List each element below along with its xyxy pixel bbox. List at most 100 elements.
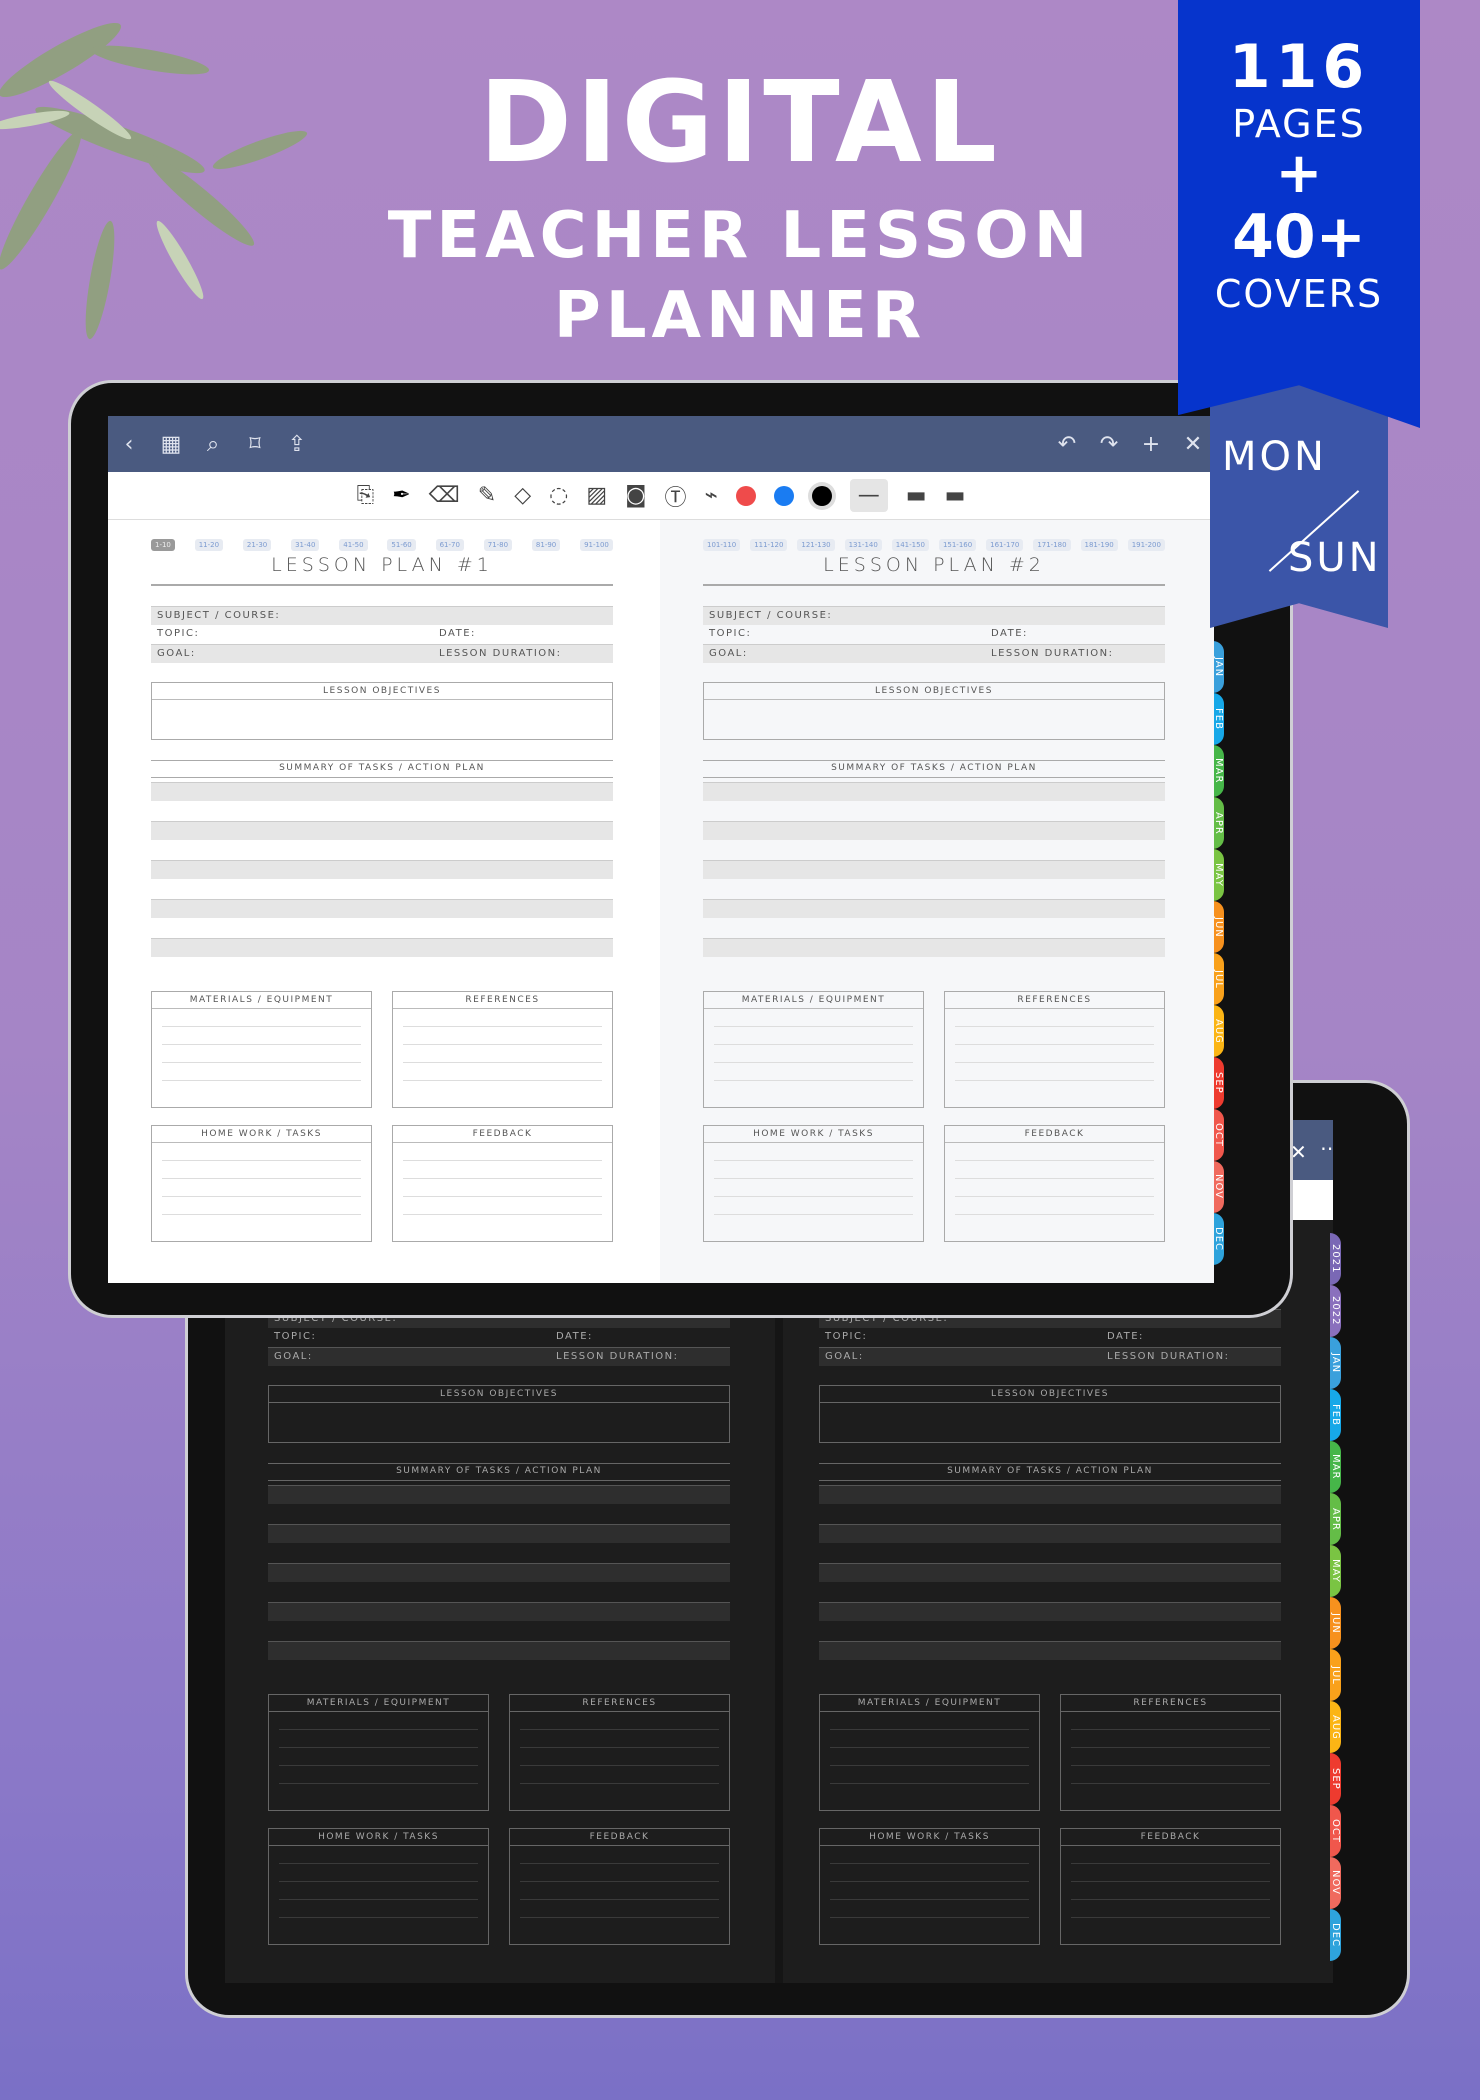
page-range-tab[interactable]: 141-150 — [891, 539, 929, 551]
summary-line[interactable] — [151, 841, 613, 860]
summary-line[interactable] — [819, 1661, 1281, 1680]
page-range-tab[interactable]: 101-110 — [703, 539, 741, 551]
summary-line[interactable] — [151, 899, 613, 918]
summary-line[interactable] — [151, 880, 613, 899]
tab-jul[interactable]: JUL — [1213, 953, 1224, 1005]
tab-dec[interactable]: DEC — [1330, 1909, 1341, 1961]
materials-box[interactable]: MATERIALS / EQUIPMENT — [151, 991, 372, 1108]
highlighter-icon[interactable]: ✎ — [478, 483, 496, 508]
page-range-tab[interactable]: 91-100 — [580, 539, 613, 551]
page-range-tab[interactable]: 21-30 — [242, 539, 272, 551]
summary-line[interactable] — [268, 1563, 730, 1582]
page-range-tab[interactable]: 181-190 — [1080, 539, 1118, 551]
summary-line[interactable] — [151, 821, 613, 840]
text-icon[interactable]: Ⓣ — [665, 480, 687, 512]
tab-mar[interactable]: MAR — [1330, 1441, 1341, 1493]
summary-line[interactable] — [703, 880, 1165, 899]
field-goal[interactable]: GOAL: LESSON DURATION: — [268, 1347, 730, 1366]
field-goal[interactable]: GOAL: LESSON DURATION: — [703, 644, 1165, 663]
materials-box[interactable]: MATERIALS / EQUIPMENT — [703, 991, 924, 1108]
tab-mar[interactable]: MAR — [1213, 745, 1224, 797]
page-range-tab[interactable]: 161-170 — [986, 539, 1024, 551]
summary-line[interactable] — [151, 782, 613, 801]
homework-box[interactable]: HOME WORK / TASKS — [151, 1125, 372, 1242]
tab-nov[interactable]: NOV — [1330, 1857, 1341, 1909]
summary-line[interactable] — [819, 1524, 1281, 1543]
tab-aug[interactable]: AUG — [1330, 1701, 1341, 1753]
tab-jun[interactable]: JUN — [1213, 901, 1224, 953]
summary-line[interactable] — [703, 919, 1165, 938]
stroke-thin[interactable]: — — [849, 479, 888, 512]
page-range-tab[interactable]: 51-60 — [387, 539, 416, 551]
summary-line[interactable] — [703, 899, 1165, 918]
feedback-box[interactable]: FEEDBACK — [944, 1125, 1165, 1242]
tab-jul[interactable]: JUL — [1330, 1649, 1341, 1701]
stroke-thick[interactable]: ▬ — [945, 483, 966, 508]
tab-may[interactable]: MAY — [1213, 849, 1224, 901]
summary-line[interactable] — [151, 958, 613, 977]
field-topic[interactable]: TOPIC: DATE: — [151, 625, 613, 644]
homework-box[interactable]: HOME WORK / TASKS — [703, 1125, 924, 1242]
tab-oct[interactable]: OCT — [1213, 1109, 1224, 1161]
summary-line[interactable] — [151, 802, 613, 821]
references-box[interactable]: REFERENCES — [1060, 1694, 1281, 1811]
bookmark-icon[interactable]: ⌑ — [234, 432, 276, 457]
field-topic[interactable]: TOPIC: DATE: — [268, 1328, 730, 1347]
summary-line[interactable] — [703, 958, 1165, 977]
tab-nov[interactable]: NOV — [1213, 1161, 1224, 1213]
field-topic[interactable]: TOPIC: DATE: — [819, 1328, 1281, 1347]
plus-icon[interactable]: + — [1130, 432, 1172, 457]
materials-box[interactable]: MATERIALS / EQUIPMENT — [819, 1694, 1040, 1811]
summary-line[interactable] — [819, 1622, 1281, 1641]
close-icon[interactable]: ✕ — [1172, 432, 1214, 457]
summary-line[interactable] — [151, 919, 613, 938]
laser-icon[interactable]: ⌁ — [705, 483, 718, 508]
references-box[interactable]: REFERENCES — [509, 1694, 730, 1811]
page-range-tab[interactable]: 151-160 — [938, 539, 977, 551]
tab-dec[interactable]: DEC — [1213, 1213, 1224, 1265]
tab-apr[interactable]: APR — [1330, 1493, 1341, 1545]
summary-line[interactable] — [819, 1563, 1281, 1582]
summary-line[interactable] — [703, 860, 1165, 879]
tab-may[interactable]: MAY — [1330, 1545, 1341, 1597]
color-red[interactable] — [735, 485, 756, 506]
search-icon[interactable]: ⌕ — [192, 432, 234, 457]
summary-line[interactable] — [268, 1485, 730, 1504]
page-range-tab[interactable]: 171-180 — [1033, 539, 1071, 551]
summary-line[interactable] — [819, 1641, 1281, 1660]
color-blue[interactable] — [773, 485, 794, 506]
tab-feb[interactable]: FEB — [1213, 693, 1224, 745]
summary-line[interactable] — [819, 1505, 1281, 1524]
summary-line[interactable] — [151, 938, 613, 957]
summary-line[interactable] — [819, 1602, 1281, 1621]
tab-apr[interactable]: APR — [1213, 797, 1224, 849]
feedback-box[interactable]: FEEDBACK — [509, 1828, 730, 1945]
field-subject[interactable]: SUBJECT / COURSE: — [151, 606, 613, 625]
tab-aug[interactable]: AUG — [1213, 1005, 1224, 1057]
summary-line[interactable] — [268, 1661, 730, 1680]
color-black[interactable] — [811, 485, 832, 506]
feedback-box[interactable]: FEEDBACK — [392, 1125, 613, 1242]
materials-box[interactable]: MATERIALS / EQUIPMENT — [268, 1694, 489, 1811]
page-range-tab[interactable]: 71-80 — [483, 539, 513, 551]
summary-line[interactable] — [268, 1524, 730, 1543]
undo-icon[interactable]: ↶ — [1046, 432, 1088, 457]
summary-line[interactable] — [819, 1485, 1281, 1504]
summary-line[interactable] — [819, 1583, 1281, 1602]
summary-line[interactable] — [268, 1641, 730, 1660]
tab-jan[interactable]: JAN — [1213, 641, 1224, 693]
tab-jun[interactable]: JUN — [1330, 1597, 1341, 1649]
shapes-icon[interactable]: ◇ — [514, 483, 531, 508]
summary-line[interactable] — [703, 938, 1165, 957]
objectives-box[interactable]: LESSON OBJECTIVES — [151, 682, 613, 740]
field-subject[interactable]: SUBJECT / COURSE: — [703, 606, 1165, 625]
feedback-box[interactable]: FEEDBACK — [1060, 1828, 1281, 1945]
page-range-tab[interactable]: 121-130 — [797, 539, 835, 551]
field-goal[interactable]: GOAL: LESSON DURATION: — [819, 1347, 1281, 1366]
eraser-icon[interactable]: ⌫ — [429, 483, 460, 508]
lasso-icon[interactable]: ◌ — [549, 483, 568, 508]
tab-2022[interactable]: 2022 — [1330, 1285, 1341, 1337]
homework-box[interactable]: HOME WORK / TASKS — [819, 1828, 1040, 1945]
summary-line[interactable] — [268, 1622, 730, 1641]
objectives-box[interactable]: LESSON OBJECTIVES — [268, 1385, 730, 1443]
